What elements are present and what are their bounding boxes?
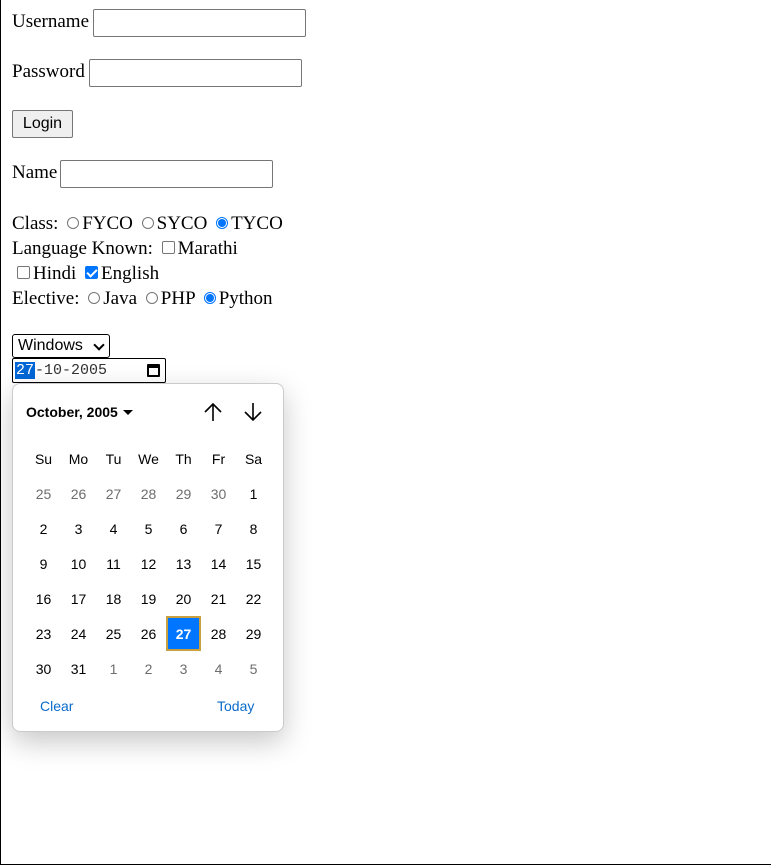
language-option-label: Hindi <box>33 263 77 284</box>
calendar-day[interactable]: 26 <box>61 476 96 511</box>
calendar-day[interactable]: 7 <box>201 511 236 546</box>
calendar-day[interactable]: 20 <box>166 581 201 616</box>
calendar-day[interactable]: 27 <box>96 476 131 511</box>
language-row: Language Known: Marathi <box>12 238 238 260</box>
os-select[interactable]: Windows <box>12 334 110 358</box>
calendar-day[interactable]: 30 <box>26 651 61 686</box>
calendar-day[interactable]: 6 <box>166 511 201 546</box>
calendar-day[interactable]: 24 <box>61 616 96 651</box>
username-input[interactable] <box>93 9 306 37</box>
username-label: Username <box>12 11 90 32</box>
calendar-day[interactable]: 30 <box>201 476 236 511</box>
calendar-day[interactable]: 26 <box>131 616 166 651</box>
date-rest-segment[interactable]: -10-2005 <box>35 362 107 379</box>
arrow-up-icon[interactable] <box>201 400 225 424</box>
calendar-day[interactable]: 22 <box>236 581 271 616</box>
class-radio-fyco[interactable] <box>67 217 80 229</box>
calendar-day[interactable]: 23 <box>26 616 61 651</box>
date-day-segment[interactable]: 27 <box>15 362 36 379</box>
language-option-label: Marathi <box>177 238 238 259</box>
today-button[interactable]: Today <box>217 698 254 714</box>
calendar-day[interactable]: 19 <box>131 581 166 616</box>
calendar-day[interactable]: 17 <box>61 581 96 616</box>
class-radio-syco[interactable] <box>141 217 154 229</box>
calendar-day[interactable]: 1 <box>236 476 271 511</box>
language-option-label: English <box>101 263 160 284</box>
weekday-header: Tu <box>105 450 122 467</box>
class-option-label: TYCO <box>231 213 283 234</box>
calendar-day[interactable]: 5 <box>236 651 271 686</box>
calendar-day[interactable]: 8 <box>236 511 271 546</box>
date-input[interactable]: 27 -10-2005 <box>12 358 166 383</box>
calendar-day[interactable]: 2 <box>131 651 166 686</box>
name-input[interactable] <box>60 160 273 188</box>
calendar-day[interactable]: 25 <box>26 476 61 511</box>
calendar-day[interactable]: 28 <box>201 616 236 651</box>
calendar-day[interactable]: 29 <box>166 476 201 511</box>
elective-label: Elective: <box>12 288 80 309</box>
elective-radio-python[interactable] <box>203 292 216 304</box>
elective-option-label: PHP <box>160 288 195 309</box>
language-checkbox-marathi[interactable] <box>161 241 175 254</box>
weekday-header: Fr <box>211 450 226 467</box>
language-row-2: Hindi English <box>12 263 159 285</box>
password-input[interactable] <box>89 59 302 87</box>
calendar-day[interactable]: 3 <box>166 651 201 686</box>
elective-radio-java[interactable] <box>88 292 101 304</box>
arrow-down-icon[interactable] <box>241 400 265 424</box>
calendar-day[interactable]: 9 <box>26 546 61 581</box>
language-label: Language Known: <box>12 238 153 259</box>
elective-radio-php[interactable] <box>145 292 158 304</box>
calendar-day[interactable]: 3 <box>61 511 96 546</box>
weekday-header: We <box>138 450 159 467</box>
calendar-day[interactable]: 4 <box>96 511 131 546</box>
calendar-day[interactable]: 13 <box>166 546 201 581</box>
password-label: Password <box>12 61 85 82</box>
class-option-label: FYCO <box>82 213 133 234</box>
weekday-header: Su <box>34 450 53 467</box>
elective-row: Elective: Java PHP Python <box>12 288 273 310</box>
class-row: Class: FYCO SYCO TYCO <box>12 213 283 235</box>
elective-option-label: Java <box>103 288 138 309</box>
calendar-day-selected[interactable]: 27 <box>166 616 201 651</box>
weekday-header: Mo <box>68 450 89 467</box>
clear-button[interactable]: Clear <box>40 698 73 714</box>
chevron-down-icon <box>93 339 105 351</box>
os-select-value: Windows <box>18 337 83 354</box>
elective-option-label: Python <box>218 288 273 309</box>
calendar-day[interactable]: 5 <box>131 511 166 546</box>
calendar-day[interactable]: 15 <box>236 546 271 581</box>
weekday-header: Th <box>175 450 192 467</box>
calendar-day[interactable]: 29 <box>236 616 271 651</box>
language-checkbox-english[interactable] <box>85 266 99 279</box>
language-checkbox-hindi[interactable] <box>17 266 30 279</box>
weekday-header: Sa <box>244 450 263 467</box>
calendar-day[interactable]: 28 <box>131 476 166 511</box>
caret-down-icon <box>122 409 133 415</box>
calendar-day[interactable]: 12 <box>131 546 166 581</box>
calendar-day[interactable]: 31 <box>61 651 96 686</box>
calendar-day[interactable]: 25 <box>96 616 131 651</box>
calendar-icon[interactable] <box>147 364 160 377</box>
month-year-dropdown[interactable]: October, 2005 <box>26 404 133 420</box>
calendar-day[interactable]: 4 <box>201 651 236 686</box>
calendar-day[interactable]: 10 <box>61 546 96 581</box>
calendar-day[interactable]: 2 <box>26 511 61 546</box>
class-option-label: SYCO <box>156 213 208 234</box>
calendar-day[interactable]: 1 <box>96 651 131 686</box>
calendar-day[interactable]: 11 <box>96 546 131 581</box>
calendar-day[interactable]: 18 <box>96 581 131 616</box>
calendar-day[interactable]: 21 <box>201 581 236 616</box>
month-year-label: October, 2005 <box>26 404 118 420</box>
date-picker-popup: October, 2005 Su Mo Tu We Th Fr Sa 25 26 27 28 29 30… <box>12 383 284 732</box>
calendar-day[interactable]: 16 <box>26 581 61 616</box>
login-button[interactable]: Login <box>12 110 73 138</box>
class-label: Class: <box>12 213 59 234</box>
calendar-day[interactable]: 14 <box>201 546 236 581</box>
class-radio-tyco[interactable] <box>216 217 229 229</box>
name-label: Name <box>12 162 58 183</box>
